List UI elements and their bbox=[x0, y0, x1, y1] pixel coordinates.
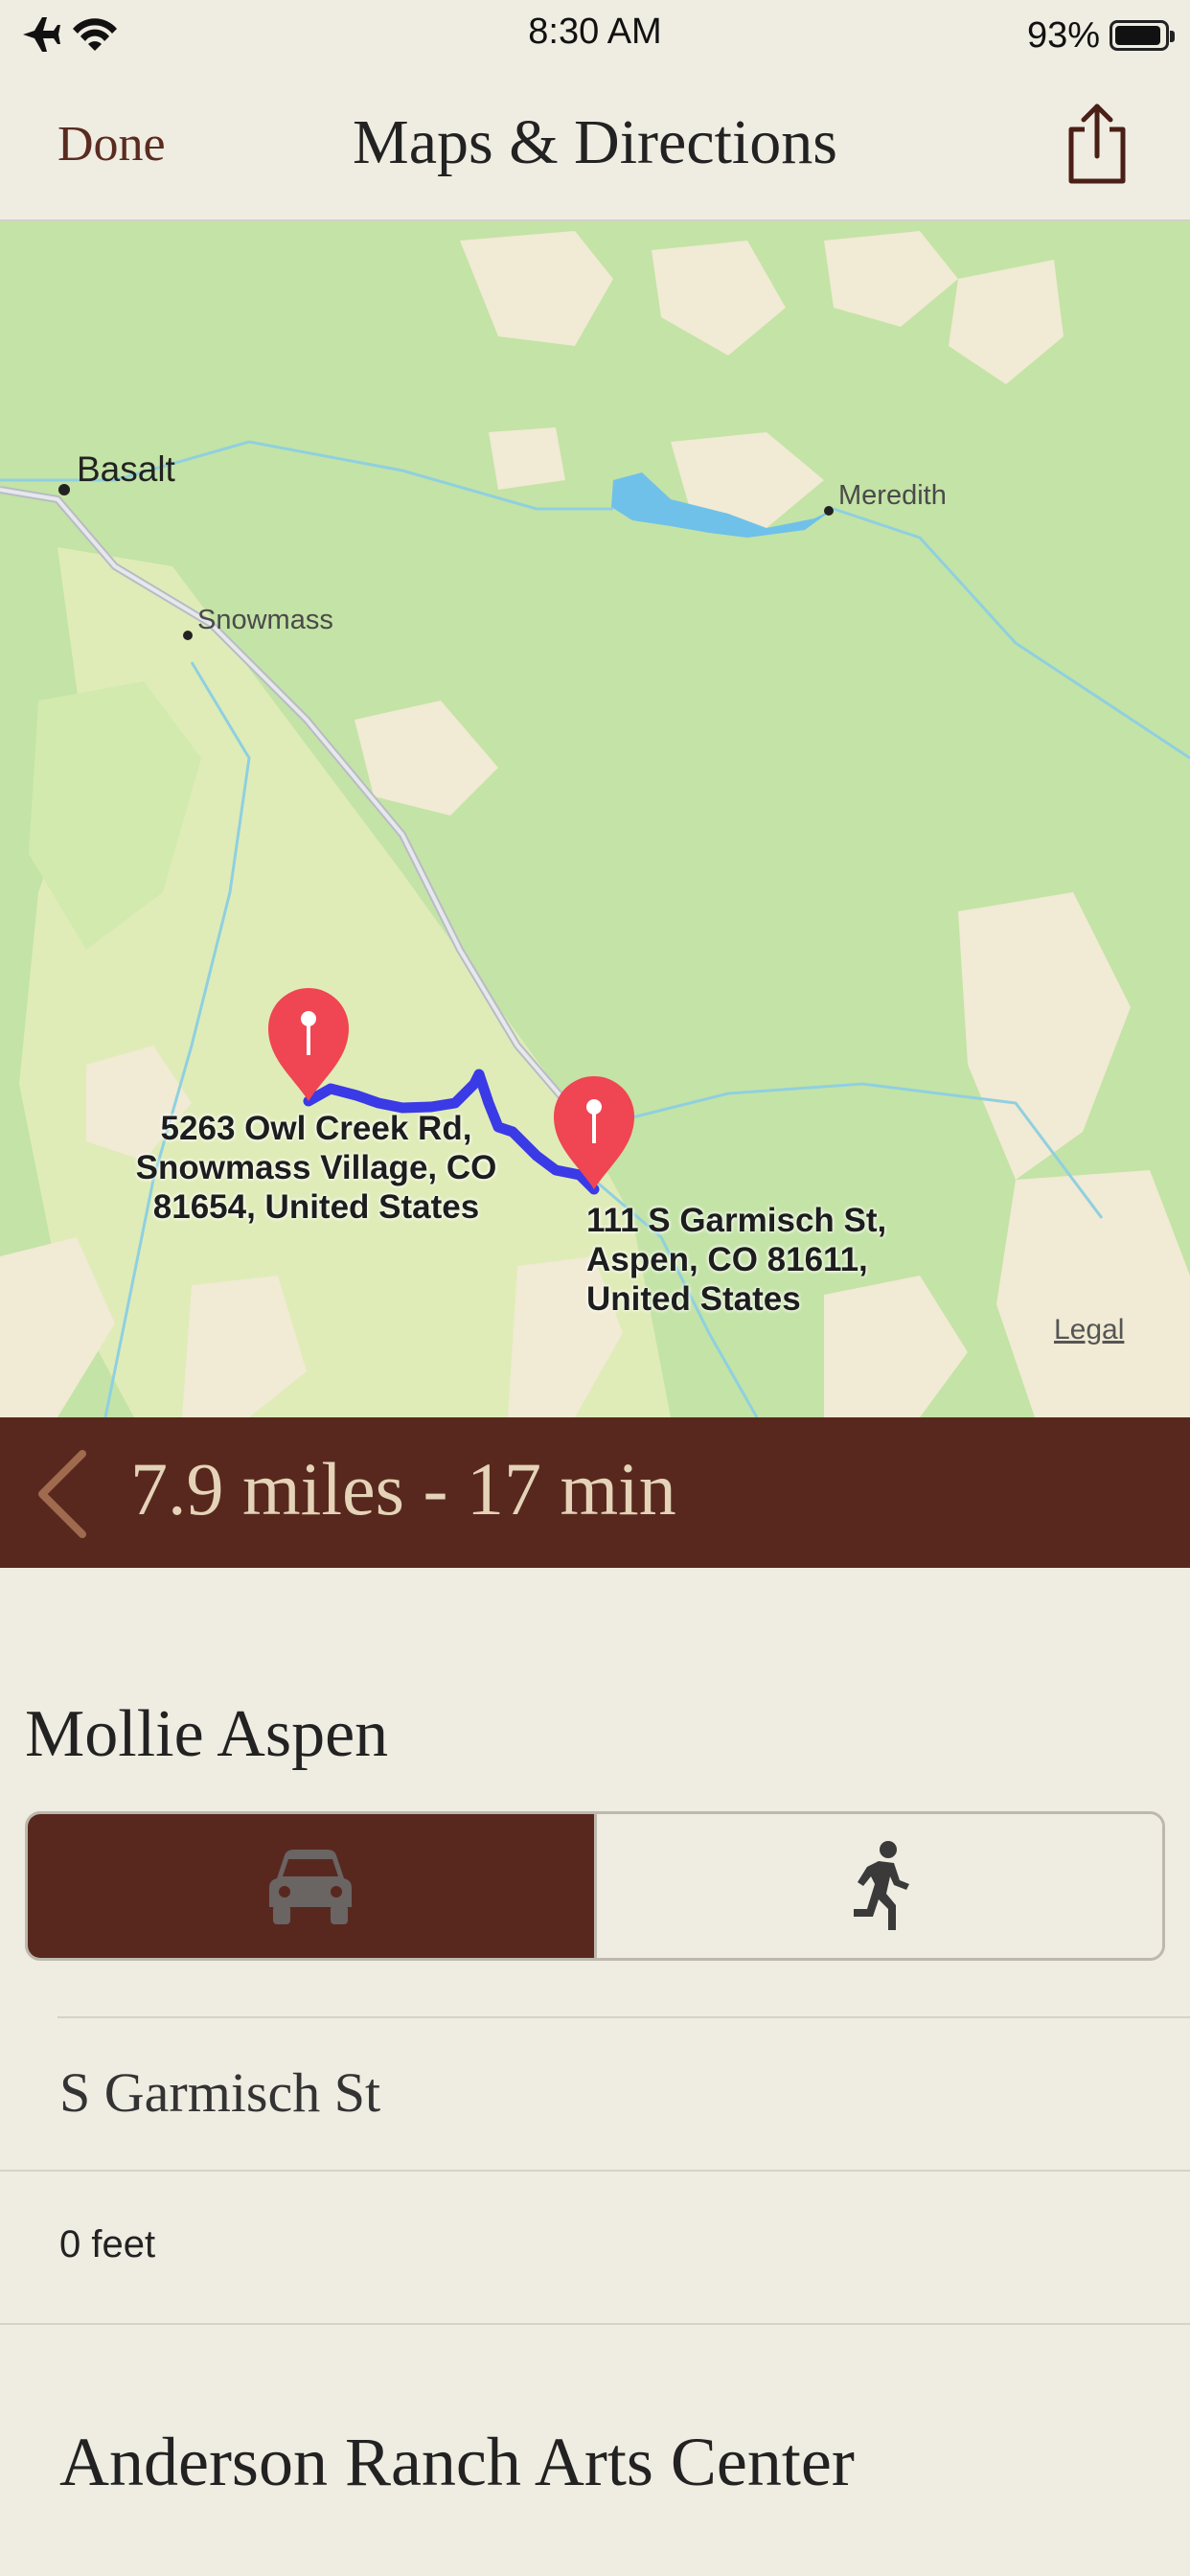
share-button[interactable] bbox=[1064, 101, 1131, 187]
town-label-snowmass: Snowmass bbox=[197, 605, 333, 635]
step-street[interactable]: S Garmisch St bbox=[59, 2060, 380, 2125]
divider bbox=[0, 2170, 1190, 2172]
status-bar: 8:30 AM 93% bbox=[0, 0, 1190, 72]
origin-address-line: 5263 Owl Creek Rd, bbox=[160, 1110, 472, 1147]
destination-address-label: 111 S Garmisch St, Aspen, CO 81611, Unit… bbox=[586, 1201, 886, 1319]
town-label-basalt: Basalt bbox=[77, 449, 175, 489]
river bbox=[833, 507, 1190, 760]
step-distance: 0 feet bbox=[59, 2223, 156, 2266]
battery-nub bbox=[1170, 31, 1175, 42]
route-distance-time: 7.9 miles - 17 min bbox=[130, 1447, 676, 1530]
transport-mode-control bbox=[25, 1811, 1165, 1961]
destination-address-line: United States bbox=[586, 1280, 801, 1318]
next-destination-name[interactable]: Anderson Ranch Arts Center bbox=[59, 2423, 855, 2502]
back-button[interactable] bbox=[27, 1446, 94, 1542]
legal-link[interactable]: Legal bbox=[1054, 1314, 1124, 1346]
walking-icon bbox=[853, 1841, 909, 1930]
town-label-meredith: Meredith bbox=[838, 480, 947, 511]
terrain-patch bbox=[652, 241, 786, 356]
divider bbox=[57, 2016, 1190, 2018]
nav-bar: Done Maps & Directions bbox=[0, 72, 1190, 221]
destination-address-line: Aspen, CO 81611, bbox=[586, 1241, 868, 1278]
origin-address-line: 81654, United States bbox=[152, 1188, 480, 1226]
terrain-patch bbox=[949, 260, 1064, 384]
destination-name: Mollie Aspen bbox=[25, 1697, 389, 1771]
route-map[interactable]: Basalt Snowmass Meredith 5263 Owl Creek … bbox=[0, 221, 1190, 1417]
battery-percent: 93% bbox=[1026, 14, 1100, 56]
share-icon bbox=[1068, 104, 1126, 184]
town-dot bbox=[183, 631, 193, 640]
battery-icon bbox=[1110, 20, 1175, 51]
car-icon bbox=[269, 1850, 353, 1924]
terrain-patch bbox=[958, 892, 1131, 1180]
walk-mode-button[interactable] bbox=[596, 1814, 1162, 1958]
terrain-patch bbox=[460, 231, 613, 346]
chevron-left-icon bbox=[38, 1450, 86, 1538]
route-summary-bar: 7.9 miles - 17 min bbox=[0, 1417, 1190, 1568]
town-dot bbox=[58, 484, 70, 495]
town-dot bbox=[824, 506, 834, 516]
terrain-patch bbox=[489, 427, 565, 490]
status-time: 8:30 AM bbox=[528, 12, 662, 52]
terrain-patch bbox=[824, 231, 958, 327]
battery-fill bbox=[1115, 26, 1160, 45]
origin-address-line: Snowmass Village, CO bbox=[135, 1149, 497, 1186]
divider bbox=[0, 2323, 1190, 2325]
drive-mode-button[interactable] bbox=[28, 1814, 597, 1958]
page-title: Maps & Directions bbox=[353, 107, 837, 177]
status-right: 93% bbox=[1026, 12, 1175, 59]
destination-address-line: 111 S Garmisch St, bbox=[586, 1202, 887, 1239]
origin-address-label: 5263 Owl Creek Rd, Snowmass Village, CO … bbox=[134, 1109, 498, 1227]
